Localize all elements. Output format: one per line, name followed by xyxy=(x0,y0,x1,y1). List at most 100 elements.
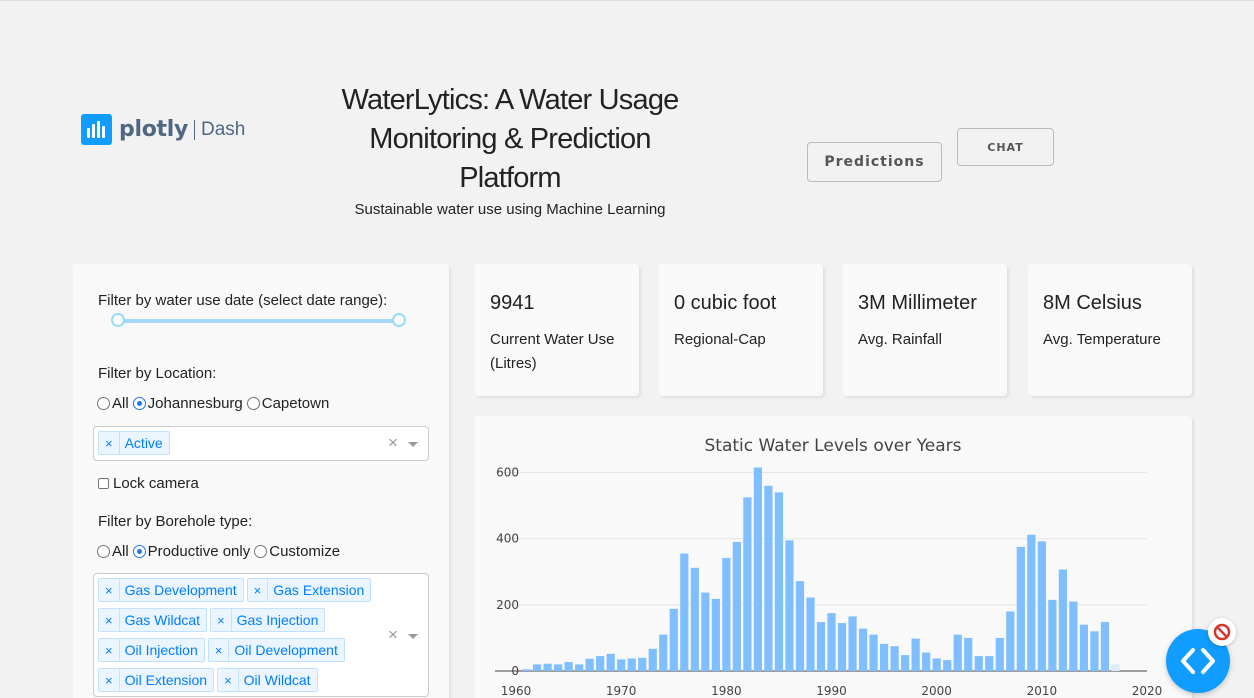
location-radio-group: All Johannesburg Capetown xyxy=(97,395,333,412)
x-tick-label: 1980 xyxy=(711,684,742,698)
date-range-slider[interactable] xyxy=(117,319,399,323)
borehole-option-customize[interactable]: Customize xyxy=(254,543,340,560)
radio-label: Productive only xyxy=(147,543,251,560)
clear-icon[interactable]: × xyxy=(388,433,398,453)
tag-remove-icon[interactable]: × xyxy=(99,669,120,691)
chat-button[interactable]: CHAT xyxy=(957,128,1054,166)
status-multiselect[interactable]: × Active × xyxy=(93,426,429,461)
slider-handle-start[interactable] xyxy=(111,313,125,327)
tag-remove-icon[interactable]: × xyxy=(99,579,120,601)
logo-separator xyxy=(194,119,196,140)
chart-bar xyxy=(690,567,699,671)
slider-handle-end[interactable] xyxy=(392,313,406,327)
radio-button[interactable] xyxy=(132,545,146,558)
y-tick-label: 400 xyxy=(496,532,519,546)
chart-bar xyxy=(827,613,836,671)
predictions-button[interactable]: Predictions xyxy=(807,142,942,182)
tag-remove-icon[interactable]: × xyxy=(248,579,269,601)
x-tick-label: 2010 xyxy=(1027,684,1058,698)
chart-bar xyxy=(848,616,857,671)
logo-product: Dash xyxy=(201,118,246,140)
tag-remove-icon[interactable]: × xyxy=(99,609,120,631)
stat-value: 8M Celsius xyxy=(1043,292,1142,314)
chart-bar xyxy=(1111,664,1120,671)
stat-value: 3M Millimeter xyxy=(858,292,977,314)
tag: × Oil Wildcat xyxy=(217,668,318,692)
chart-bar xyxy=(564,662,573,671)
lock-camera-label: Lock camera xyxy=(113,475,199,492)
x-tick-label: 2000 xyxy=(921,684,952,698)
checkbox[interactable] xyxy=(98,478,109,489)
tag: × Oil Injection xyxy=(98,638,205,662)
borehole-tags: × Gas Development × Gas Extension × Gas Wil… xyxy=(98,578,380,698)
tag-remove-icon[interactable]: × xyxy=(99,639,120,661)
plotly-bars-icon xyxy=(81,114,112,145)
tag-label: Oil Wildcat xyxy=(243,672,311,688)
tag-remove-icon[interactable]: × xyxy=(218,669,239,691)
radio-label: Johannesburg xyxy=(147,395,243,412)
borehole-filter-label: Filter by Borehole type: xyxy=(98,513,253,530)
tag: × Gas Injection xyxy=(210,608,326,632)
y-tick-label: 0 xyxy=(511,664,519,678)
water-levels-chart[interactable]: Static Water Levels over Years 0 200 400 600… xyxy=(475,416,1192,698)
tag-label: Active xyxy=(124,435,163,451)
stat-value: 9941 xyxy=(490,292,535,314)
radio-button[interactable] xyxy=(97,545,110,558)
borehole-option-productive[interactable]: Productive only xyxy=(132,543,251,560)
stat-label: Avg. Rainfall xyxy=(858,331,942,348)
chevron-down-icon[interactable] xyxy=(408,634,418,639)
stat-label: Regional-Cap xyxy=(674,331,766,348)
tag-remove-icon[interactable]: × xyxy=(99,432,120,454)
chart-bar xyxy=(774,492,784,671)
chart-bar xyxy=(701,592,710,671)
chart-title: Static Water Levels over Years xyxy=(705,436,962,456)
location-filter-label: Filter by Location: xyxy=(98,365,217,382)
chart-bar xyxy=(1006,611,1015,671)
filters-panel: Filter by water use date (select date ra… xyxy=(73,264,449,698)
no-entry-icon xyxy=(1213,623,1231,641)
y-tick-label: 200 xyxy=(496,598,519,612)
radio-button[interactable] xyxy=(246,397,260,410)
stat-card-rainfall: 3M Millimeter Avg. Rainfall xyxy=(843,264,1007,396)
chart-bar xyxy=(711,598,720,671)
chart-bar xyxy=(606,653,615,671)
borehole-option-all[interactable]: All xyxy=(97,543,129,560)
chart-bar xyxy=(1027,534,1036,671)
y-tick-label: 600 xyxy=(496,466,519,480)
chart-bar xyxy=(901,655,910,671)
tag-label: Gas Extension xyxy=(273,582,365,598)
location-option-johannesburg[interactable]: Johannesburg xyxy=(132,395,243,412)
tag-remove-icon[interactable]: × xyxy=(209,639,230,661)
radio-button[interactable] xyxy=(254,545,268,558)
chart-bar xyxy=(732,542,741,671)
clear-icon[interactable]: × xyxy=(388,625,398,645)
chart-bar xyxy=(753,467,763,671)
chevron-down-icon[interactable] xyxy=(408,442,418,447)
chart-bar xyxy=(659,634,668,671)
tag-label: Gas Development xyxy=(124,582,237,598)
chart-bar xyxy=(995,637,1004,671)
location-option-all[interactable]: All xyxy=(97,395,129,412)
status-tags: × Active xyxy=(98,431,380,461)
lock-camera-checkbox[interactable]: Lock camera xyxy=(98,475,199,492)
dev-tools-disable-button[interactable] xyxy=(1208,618,1236,646)
tag-remove-icon[interactable]: × xyxy=(211,609,232,631)
chart-bar xyxy=(1016,546,1025,671)
x-tick-label: 1970 xyxy=(606,684,637,698)
radio-label: All xyxy=(112,395,129,412)
borehole-type-multiselect[interactable]: × Gas Development × Gas Extension × Gas Wil… xyxy=(93,573,429,697)
radio-button[interactable] xyxy=(97,397,110,410)
tag-label: Oil Injection xyxy=(124,642,198,658)
location-option-capetown[interactable]: Capetown xyxy=(246,395,329,412)
chart-bar xyxy=(680,553,689,671)
chart-bar xyxy=(837,623,847,671)
x-tick-label: 2020 xyxy=(1132,684,1163,698)
radio-button[interactable] xyxy=(132,397,146,410)
x-tick-label: 1960 xyxy=(501,684,532,698)
chart-bar xyxy=(858,628,868,671)
stat-label: Current Water Use (Litres) xyxy=(490,331,615,372)
chart-bar xyxy=(932,658,941,671)
borehole-radio-group: All Productive only Customize xyxy=(97,543,344,560)
radio-label: All xyxy=(112,543,129,560)
chart-bar xyxy=(816,622,826,671)
